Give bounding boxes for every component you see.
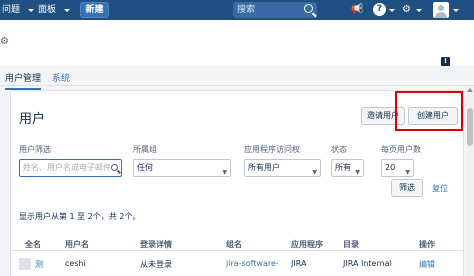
app-access-label: 应用程序访问权 xyxy=(244,145,300,154)
app-access-select[interactable]: 所有用户 ▼ xyxy=(244,159,321,177)
edit-link[interactable]: 编辑 xyxy=(419,259,435,270)
search-placeholder: 搜索 xyxy=(237,5,256,15)
filter-button[interactable]: 筛选 xyxy=(391,179,423,197)
chevron-down-icon[interactable] xyxy=(453,9,459,12)
status-value: 所有 xyxy=(335,163,351,172)
page-scrollbar[interactable] xyxy=(466,86,474,276)
col-application: 应用程序 xyxy=(291,240,323,249)
menu-boards[interactable]: 面板 xyxy=(38,3,56,17)
highlight-annotation xyxy=(395,91,463,131)
results-summary: 显示用户从第 1 至 2个，共 2个。 xyxy=(19,212,141,221)
row-application: JIRA xyxy=(291,259,307,268)
filter-placeholder: 姓名、用户名或电子邮件 xyxy=(23,163,111,172)
chevron-down-icon: ▼ xyxy=(405,169,410,176)
group-value: 任何 xyxy=(137,163,153,172)
group-label: 所属组 xyxy=(133,145,157,154)
tab-system[interactable]: 系统 xyxy=(52,71,70,84)
chevron-down-icon: ▼ xyxy=(222,169,227,176)
menu-issues[interactable]: 问题 xyxy=(2,3,20,17)
tab-user-management[interactable]: 用户管理 xyxy=(5,71,42,90)
scrollbar-thumb[interactable] xyxy=(467,108,473,146)
table-header: 全名 用户名 登录详情 组名 应用程序 目录 操作 xyxy=(11,237,463,251)
row-directory: JIRA Internal xyxy=(343,259,392,268)
col-directory: 目录 xyxy=(343,240,359,249)
chevron-down-icon[interactable] xyxy=(416,9,422,12)
admin-gear-icon: ⚙ xyxy=(0,36,9,47)
user-avatar xyxy=(19,258,31,270)
search-input[interactable]: 搜索 xyxy=(233,2,317,18)
col-username: 用户名 xyxy=(65,240,89,249)
top-nav-bar: 问题 面板 新建 搜索 📢 ? ⚙ xyxy=(0,0,474,20)
scroll-up-icon[interactable] xyxy=(467,88,473,92)
chevron-down-icon[interactable] xyxy=(389,9,395,12)
page-title: 用户 xyxy=(19,112,46,127)
search-icon xyxy=(111,164,118,171)
app-access-value: 所有用户 xyxy=(248,163,280,172)
chevron-down-icon: ▼ xyxy=(312,169,317,176)
megaphone-icon[interactable]: 📢 xyxy=(351,4,363,16)
status-select[interactable]: 所有 ▼ xyxy=(331,159,364,177)
chevron-down-icon: ▼ xyxy=(355,169,360,176)
create-new-button[interactable]: 新建 xyxy=(80,2,109,18)
col-group: 组名 xyxy=(226,240,242,249)
per-page-label: 每页用户数 xyxy=(381,145,421,154)
per-page-select[interactable]: 20 ▼ xyxy=(381,159,414,177)
reset-link[interactable]: 复位 xyxy=(432,183,448,194)
filter-label: 用户筛选 xyxy=(19,145,51,154)
row-login: 从未登录 xyxy=(140,260,172,269)
admin-tabs: 用户管理 系统 xyxy=(0,66,474,90)
table-row: 测 ceshi 从未登录 jira-software- JIRA JIRA In… xyxy=(11,254,463,276)
admin-header: ⚙ ! xyxy=(0,20,474,66)
users-panel: 用户 邀请用户 创建用户 用户筛选 姓名、用户名或电子邮件 所属组 任何 ▼ 应… xyxy=(10,90,464,276)
row-group[interactable]: jira-software- xyxy=(226,259,279,268)
help-icon[interactable]: ? xyxy=(373,3,386,16)
status-label: 状态 xyxy=(331,145,347,154)
col-actions: 操作 xyxy=(419,240,435,249)
chevron-down-icon[interactable] xyxy=(64,9,70,12)
col-fullname: 全名 xyxy=(25,240,41,249)
per-page-value: 20 xyxy=(385,163,396,172)
row-fullname[interactable]: 测 xyxy=(35,259,43,270)
user-avatar[interactable] xyxy=(433,2,449,18)
user-filter-input[interactable]: 姓名、用户名或电子邮件 xyxy=(19,159,122,177)
group-select[interactable]: 任何 ▼ xyxy=(133,159,231,177)
notification-icon[interactable]: ! xyxy=(441,57,450,66)
search-icon xyxy=(304,4,313,13)
row-username: ceshi xyxy=(65,259,86,268)
col-login: 登录详情 xyxy=(140,240,172,249)
gear-icon[interactable]: ⚙ xyxy=(402,4,411,16)
chevron-down-icon[interactable] xyxy=(28,9,34,12)
